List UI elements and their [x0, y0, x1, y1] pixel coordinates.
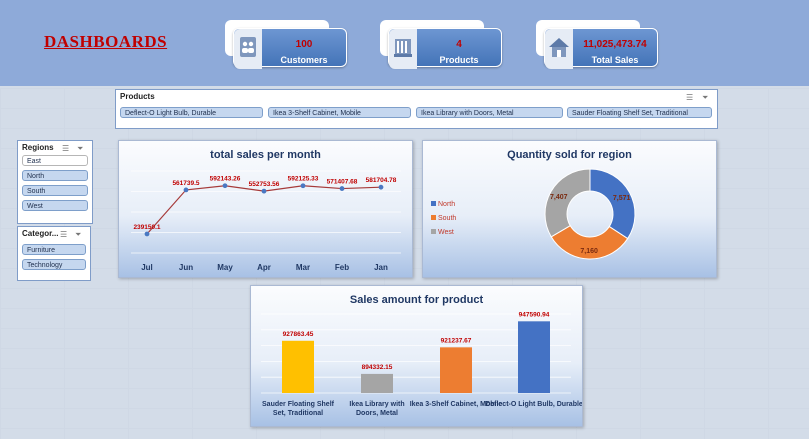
legend-label: North: [438, 201, 455, 208]
kpi-label: Products: [439, 55, 479, 65]
category-slicer: Categor... ☰ ⏷ Furniture Technology: [17, 226, 91, 281]
data-label: 947590.94: [519, 311, 550, 318]
kpi-products[interactable]: 4 Products: [380, 20, 502, 69]
x-tick-label: Ikea Library with Doors, Metal: [349, 401, 404, 417]
legend-swatch: [431, 215, 436, 220]
x-tick-label: Mar: [296, 263, 310, 272]
kpi-label: Customers: [280, 55, 328, 65]
donut-chart-panel[interactable]: Quantity sold for region 7,571 7,160 7,407…: [422, 140, 717, 278]
donut-chart: 7,571 7,160 7,407 North South West: [431, 168, 636, 260]
kpi-total-sales[interactable]: 11,025,473.74 Total Sales: [536, 20, 658, 69]
bar-chart: 927863.45 Sauder Floating Shelf Set, Tradi…: [261, 311, 582, 417]
slicer-item-east[interactable]: East: [22, 155, 88, 166]
data-label: 7,160: [580, 248, 598, 255]
slicer-item-west[interactable]: West: [22, 200, 88, 211]
slicer-item-product[interactable]: Ikea Library with Doors, Metal: [416, 107, 563, 118]
data-point: [339, 186, 345, 191]
slicer-header: Products: [120, 92, 155, 101]
kpi-value: 4: [456, 39, 462, 50]
slicer-item-furniture[interactable]: Furniture: [22, 244, 86, 255]
line-chart: 239150.1 Jul 561739.5 Jun 592143.26 May 552753…: [131, 170, 401, 272]
people-icon: [234, 29, 262, 69]
data-label: 894332.15: [362, 364, 393, 371]
data-point: [144, 231, 150, 237]
legend-label: South: [438, 215, 456, 222]
x-tick-label: Feb: [335, 263, 349, 272]
data-label: 561739.5: [172, 180, 199, 187]
data-point: [183, 187, 189, 193]
data-point: [378, 184, 384, 190]
data-label: 552753.56: [249, 181, 280, 188]
clear-filter-icon[interactable]: ⏷: [702, 93, 708, 103]
data-label: 592125.33: [288, 176, 319, 183]
data-label: 239150.1: [133, 224, 160, 231]
data-label: 581704.78: [366, 177, 397, 184]
data-label: 7,571: [613, 195, 631, 202]
pie-slice: [544, 168, 591, 238]
data-label: 592143.26: [210, 176, 241, 183]
legend-swatch: [431, 229, 436, 234]
legend-label: West: [438, 229, 454, 236]
bar: [518, 321, 550, 393]
clear-filter-icon[interactable]: ⏷: [77, 144, 83, 154]
data-point: [300, 183, 306, 189]
kpi-value: 100: [295, 39, 313, 50]
multi-select-icon[interactable]: ☰: [686, 93, 693, 102]
slicer-header: Regions: [22, 143, 54, 152]
slicer-item-south[interactable]: South: [22, 185, 88, 196]
x-tick-label: Jan: [374, 263, 388, 272]
slicer-item-north[interactable]: North: [22, 170, 88, 181]
x-tick-label: May: [217, 263, 233, 272]
x-tick-label: Jul: [141, 263, 153, 272]
multi-select-icon[interactable]: ☰: [62, 144, 69, 153]
bar: [440, 347, 472, 393]
data-label: 571407.68: [327, 179, 358, 186]
clear-filter-icon[interactable]: ⏷: [75, 230, 81, 240]
dashboard-title: DASHBOARDS: [44, 32, 168, 51]
kpi-value: 11,025,473.74: [583, 39, 647, 50]
bar-chart-panel[interactable]: Sales amount for product 927863.45 Sauder…: [250, 285, 583, 427]
data-point: [222, 183, 228, 189]
data-label: 921237.67: [441, 337, 472, 344]
x-tick-label: Deflect-O Light Bulb, Durable: [485, 401, 582, 408]
bar: [282, 340, 314, 393]
x-tick-label: Sauder Floating Shelf Set, Traditional: [262, 401, 335, 417]
bar: [361, 373, 393, 393]
slicer-item-product[interactable]: Sauder Floating Shelf Set, Traditional: [567, 107, 712, 118]
products-slicer: Products ☰ ⏷ Deflect-O Light Bulb, Durab…: [115, 89, 718, 129]
legend-swatch: [431, 201, 436, 206]
house-icon: [545, 29, 573, 69]
slicer-item-product[interactable]: Ikea 3-Shelf Cabinet, Mobile: [268, 107, 411, 118]
kpi-customers[interactable]: 100 Customers: [225, 20, 347, 69]
data-label: 927863.45: [283, 331, 314, 338]
x-tick-label: Apr: [257, 263, 271, 272]
slicer-header: Categor...: [22, 229, 59, 238]
kpi-label: Total Sales: [591, 55, 639, 65]
line-chart-panel[interactable]: total sales per month 239150.1 Jul 561739.…: [118, 140, 413, 278]
slicer-item-technology[interactable]: Technology: [22, 259, 86, 270]
factory-icon: [389, 29, 417, 69]
data-point: [261, 188, 267, 194]
data-label: 7,407: [550, 194, 568, 201]
slicer-item-product[interactable]: Deflect-O Light Bulb, Durable: [120, 107, 263, 118]
regions-slicer: Regions ☰ ⏷ East North South West: [17, 140, 93, 224]
x-tick-label: Jun: [179, 263, 193, 272]
multi-select-icon[interactable]: ☰: [60, 230, 67, 239]
